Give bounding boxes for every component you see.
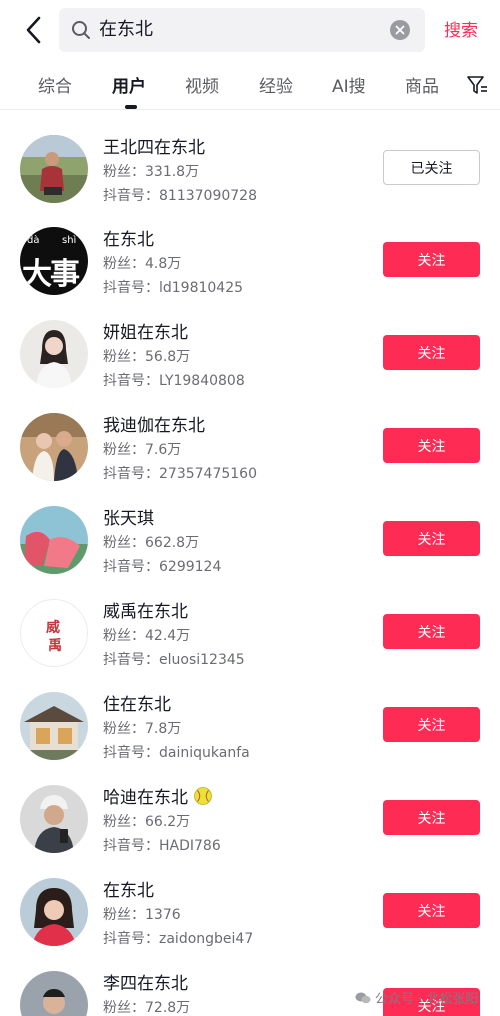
douyin-id: 抖音号：LY19840808	[103, 373, 245, 389]
list-item[interactable]: 住在东北 粉丝：7.8万 抖音号：dainiqukanfa 关注	[0, 668, 500, 761]
followed-button[interactable]: 已关注	[383, 150, 480, 185]
fans-count: 粉丝：662.8万	[103, 535, 200, 551]
watermark: 公众号 · 北松张阳	[355, 988, 478, 1007]
follow-button[interactable]: 关注	[383, 242, 480, 277]
back-icon[interactable]	[18, 14, 48, 46]
filter-icon[interactable]	[466, 74, 488, 96]
avatar[interactable]	[20, 971, 88, 1016]
list-item[interactable]: 王北四在东北 粉丝：331.8万 抖音号：81137090728 已关注	[0, 111, 500, 204]
tab-videos[interactable]: 视频	[185, 72, 219, 97]
user-name[interactable]: 威禹在东北	[103, 597, 188, 622]
search-input[interactable]	[99, 8, 379, 52]
list-item[interactable]: 哈迪在东北 粉丝：66.2万 抖音号：HADI786 关注	[0, 761, 500, 854]
douyin-id: 抖音号：zaidongbei47	[103, 931, 254, 947]
avatar[interactable]	[20, 785, 88, 853]
avatar[interactable]: dà shì 大事	[20, 227, 88, 295]
avatar[interactable]	[20, 413, 88, 481]
fans-count: 粉丝：4.8万	[103, 256, 182, 272]
user-name[interactable]: 李四在东北	[103, 969, 188, 994]
fans-count: 粉丝：1376	[103, 907, 181, 923]
douyin-id: 抖音号：eluosi12345	[103, 652, 245, 668]
avatar[interactable]	[20, 692, 88, 760]
list-item[interactable]: 妍姐在东北 粉丝：56.8万 抖音号：LY19840808 关注	[0, 296, 500, 389]
avatar[interactable]	[20, 878, 88, 946]
list-item[interactable]: 我迪伽在东北 粉丝：7.6万 抖音号：27357475160 关注	[0, 389, 500, 482]
avatar[interactable]	[20, 320, 88, 388]
user-name[interactable]: 在东北	[103, 876, 154, 901]
user-name[interactable]: 妍姐在东北	[103, 318, 188, 343]
avatar[interactable]	[20, 506, 88, 574]
douyin-id: 抖音号：ld19810425	[103, 280, 244, 296]
search-header: 搜索	[0, 0, 500, 60]
search-box[interactable]	[59, 8, 425, 52]
user-name[interactable]: 王北四在东北	[103, 133, 205, 158]
follow-button[interactable]: 关注	[383, 521, 480, 556]
fans-count: 粉丝：7.6万	[103, 442, 182, 458]
follow-button[interactable]: 关注	[383, 335, 480, 370]
follow-button[interactable]: 关注	[383, 428, 480, 463]
wechat-icon	[355, 992, 371, 1003]
list-item[interactable]: 张天琪 粉丝：662.8万 抖音号：6299124 关注	[0, 482, 500, 575]
avatar-pinyin-left: dà	[27, 235, 40, 246]
douyin-id: 抖音号：6299124	[103, 559, 222, 575]
user-name[interactable]: 我迪伽在东北	[103, 411, 205, 436]
search-icon	[72, 21, 90, 39]
douyin-id: 抖音号：27357475160	[103, 466, 257, 482]
douyin-id: 抖音号：81137090728	[103, 188, 257, 204]
follow-button[interactable]: 关注	[383, 614, 480, 649]
tab-general[interactable]: 综合	[38, 72, 72, 97]
avatar[interactable]: 威 禹	[20, 599, 88, 667]
avatar-text: 大事	[22, 257, 80, 292]
avatar[interactable]	[20, 135, 88, 203]
result-tabs: 综合 用户 视频 经验 AI搜 商品	[0, 60, 500, 110]
user-name[interactable]: 在东北	[103, 225, 154, 250]
avatar-text-top: 威	[46, 620, 60, 636]
list-item[interactable]: 威 禹 威禹在东北 粉丝：42.4万 抖音号：eluosi12345 关注	[0, 575, 500, 668]
follow-button[interactable]: 关注	[383, 893, 480, 928]
user-name[interactable]: 住在东北	[103, 690, 171, 715]
douyin-id: 抖音号：dainiqukanfa	[103, 745, 250, 761]
baseball-icon	[194, 787, 213, 805]
follow-button[interactable]: 关注	[383, 800, 480, 835]
fans-count: 粉丝：42.4万	[103, 628, 191, 644]
list-item[interactable]: dà shì 大事 在东北 粉丝：4.8万 抖音号：ld19810425 关注	[0, 203, 500, 296]
follow-button[interactable]: 关注	[383, 707, 480, 742]
avatar-pinyin-right: shì	[62, 235, 77, 246]
clear-icon[interactable]	[390, 20, 410, 40]
douyin-id: 抖音号：HADI786	[103, 838, 221, 854]
list-item[interactable]: 在东北 粉丝：1376 抖音号：zaidongbei47 关注	[0, 854, 500, 947]
user-name[interactable]: 哈迪在东北	[103, 783, 213, 808]
search-button[interactable]: 搜索	[444, 16, 478, 41]
fans-count: 粉丝：331.8万	[103, 164, 200, 180]
tab-experience[interactable]: 经验	[259, 72, 293, 97]
fans-count: 粉丝：56.8万	[103, 349, 191, 365]
avatar-text-bottom: 禹	[48, 638, 62, 654]
user-name[interactable]: 张天琪	[103, 504, 154, 529]
tab-ai-search[interactable]: AI搜	[332, 72, 366, 97]
tab-users[interactable]: 用户	[112, 72, 146, 97]
fans-count: 粉丝：66.2万	[103, 814, 191, 830]
active-tab-indicator	[125, 105, 137, 109]
tab-products[interactable]: 商品	[405, 72, 439, 97]
fans-count: 粉丝：72.8万	[103, 1000, 191, 1016]
fans-count: 粉丝：7.8万	[103, 721, 182, 737]
